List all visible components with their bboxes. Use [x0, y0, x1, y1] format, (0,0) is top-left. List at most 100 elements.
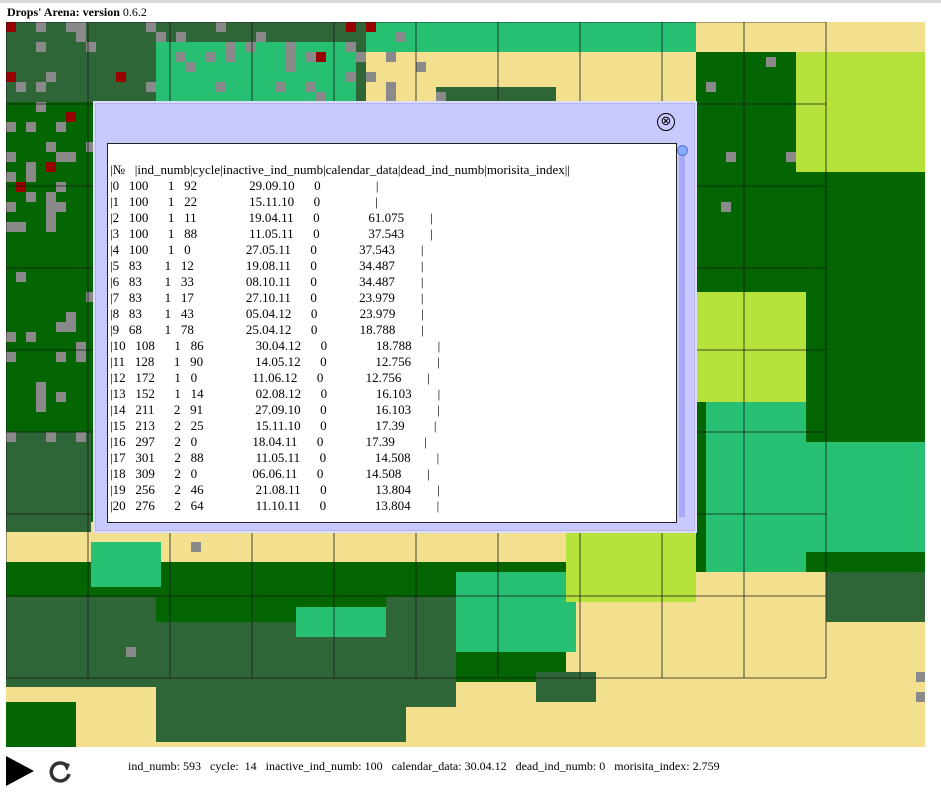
gray-cell [26, 192, 36, 202]
table-row: |5 83 1 12 19.08.11 0 34.487 | [110, 258, 424, 273]
gray-cell [46, 432, 56, 442]
gray-cell [386, 82, 396, 92]
close-icon[interactable]: ⊗ [657, 113, 675, 131]
gray-cell [6, 222, 16, 232]
window-top-strip [0, 0, 941, 3]
gray-cell [176, 32, 186, 42]
gray-cell [16, 272, 26, 282]
gray-cell [76, 22, 86, 32]
gray-cell [6, 332, 16, 342]
gray-cell [286, 42, 296, 52]
gray-cell [76, 432, 86, 442]
table-row: |15 213 2 25 15.11.10 0 17.39 | [110, 418, 437, 433]
gray-cell [786, 152, 796, 162]
gray-cell [256, 32, 266, 42]
gray-cell [76, 352, 86, 362]
terrain-meadow [706, 402, 806, 572]
gray-cell [46, 212, 56, 222]
gray-cell [6, 352, 16, 362]
gray-cell [356, 52, 366, 62]
gray-cell [346, 42, 356, 52]
table-row: |10 108 1 86 30.04.12 0 18.788 | [110, 338, 441, 353]
gray-cell [36, 382, 46, 392]
terrain-meadow [91, 542, 161, 587]
red-cell [16, 182, 26, 192]
gray-cell [66, 152, 76, 162]
gray-cell [56, 122, 66, 132]
gray-cell [6, 172, 16, 182]
control-panel: ind_numb: 593 cycle: 14 inactive_ind_num… [0, 747, 941, 792]
terrain-shrub [796, 52, 925, 172]
gray-cell [56, 202, 66, 212]
table-row: |6 83 1 33 08.10.11 0 34.487 | [110, 274, 424, 289]
gray-cell [126, 647, 136, 657]
app-title: Drops' Arena: version 0.6.2 [7, 5, 147, 20]
reload-icon[interactable] [47, 759, 73, 785]
scroll-handle[interactable] [677, 145, 688, 156]
gray-cell [26, 122, 36, 132]
table-row: |0 100 1 92 29.09.10 0 | [110, 178, 379, 193]
gray-cell [6, 202, 16, 212]
gray-cell [76, 32, 86, 42]
table-row: |18 309 2 0 06.06.11 0 14.508 | [110, 466, 430, 481]
gray-cell [36, 82, 46, 92]
gray-cell [216, 22, 226, 32]
table-header: |№ |ind_numb|cycle|inactive_ind_numb|cal… [110, 162, 571, 177]
play-icon[interactable] [6, 756, 34, 786]
gray-cell [46, 222, 56, 232]
gray-cell [186, 62, 196, 72]
table-row: |11 128 1 90 14.05.12 0 12.756 | [110, 354, 440, 369]
gray-cell [16, 82, 26, 92]
terrain-dense [536, 672, 596, 702]
status-bar: ind_numb: 593 cycle: 14 inactive_ind_num… [128, 759, 720, 773]
table-row: |17 301 2 88 11.05.11 0 14.508 | [110, 450, 440, 465]
gray-cell [6, 152, 16, 162]
gray-cell [16, 222, 26, 232]
gray-cell [56, 182, 66, 192]
results-dialog: ⊗ |№ |ind_numb|cycle|inactive_ind_numb|c… [93, 101, 697, 533]
gray-cell [36, 22, 46, 32]
gray-cell [36, 392, 46, 402]
gray-cell [226, 42, 236, 52]
gray-cell [366, 72, 376, 82]
gray-cell [276, 82, 286, 92]
app-title-label: Drops' Arena: version [7, 5, 120, 19]
gray-cell [216, 82, 226, 92]
red-cell [6, 72, 16, 82]
gray-cell [156, 32, 166, 42]
gray-cell [36, 402, 46, 412]
table-row: |7 83 1 17 27.10.11 0 23.979 | [110, 290, 424, 305]
terrain-dense [156, 702, 406, 742]
gray-cell [26, 332, 36, 342]
table-row: |13 152 1 14 02.08.12 0 16.103 | [110, 386, 441, 401]
gray-cell [26, 162, 36, 172]
terrain-forest [6, 702, 76, 747]
terrain-shrub [696, 292, 806, 402]
gray-cell [386, 52, 396, 62]
gray-cell [146, 82, 156, 92]
table-row: |3 100 1 88 11.05.11 0 37.543 | [110, 226, 433, 241]
gray-cell [176, 52, 186, 62]
table-row: |12 172 1 0 11.06.12 0 12.756 | [110, 370, 430, 385]
gray-cell [191, 542, 201, 552]
gray-cell [346, 72, 356, 82]
table-row: |9 68 1 78 25.04.12 0 18.788 | [110, 322, 424, 337]
red-cell [66, 112, 76, 122]
app-version: 0.6.2 [119, 5, 147, 19]
gray-cell [56, 352, 66, 362]
gray-cell [706, 82, 716, 92]
terrain-meadow [296, 607, 386, 637]
gray-cell [66, 312, 76, 322]
table-row: |2 100 1 11 19.04.11 0 61.075 | [110, 210, 433, 225]
red-cell [6, 22, 16, 32]
gray-cell [46, 202, 56, 212]
red-cell [116, 72, 126, 82]
gray-cell [46, 72, 56, 82]
terrain-dense [826, 572, 925, 622]
gray-cell [916, 692, 925, 702]
table-row: |1 100 1 22 15.11.10 0 | [110, 194, 378, 209]
gray-cell [56, 152, 66, 162]
scrollbar[interactable] [679, 155, 685, 517]
gray-cell [86, 42, 96, 52]
gray-cell [26, 172, 36, 182]
